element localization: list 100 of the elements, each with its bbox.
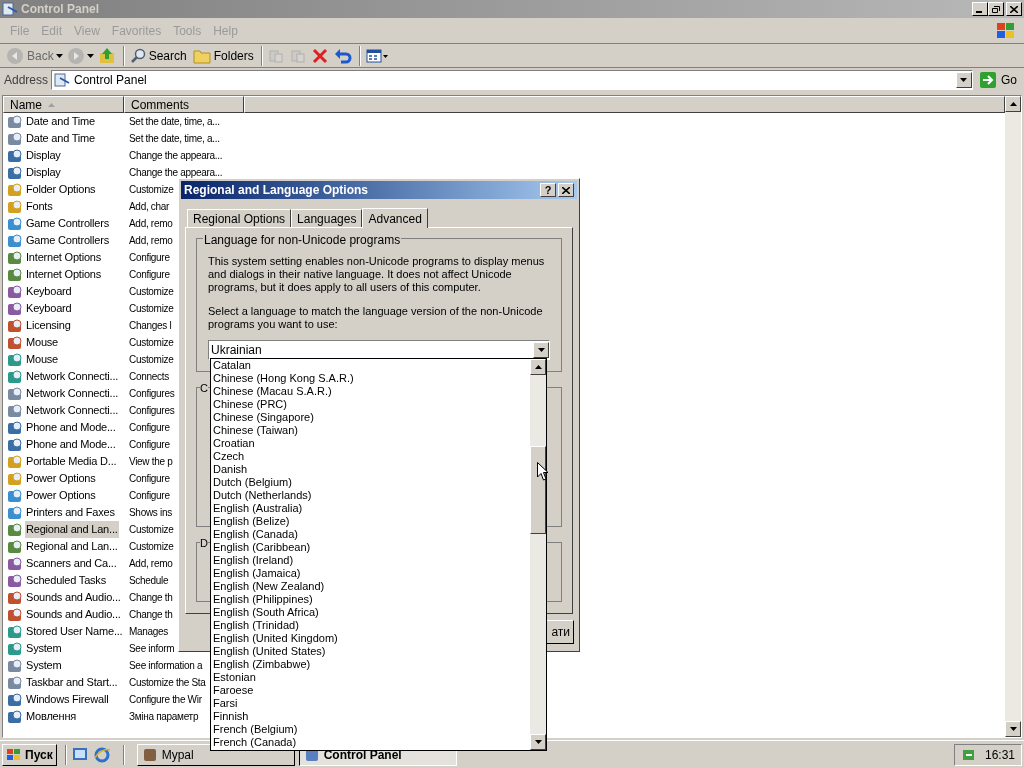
- language-option[interactable]: English (Trinidad): [211, 619, 530, 632]
- language-option[interactable]: English (Philippines): [211, 593, 530, 606]
- item-name[interactable]: Printers and Faxes: [25, 504, 116, 521]
- tab[interactable]: Regional Options: [187, 209, 292, 227]
- item-name[interactable]: Internet Options: [25, 266, 103, 283]
- language-option[interactable]: Chinese (Singapore): [211, 411, 530, 424]
- language-option[interactable]: Croatian: [211, 437, 530, 450]
- folders-button[interactable]: Folders: [190, 44, 256, 67]
- language-option[interactable]: English (Jamaica): [211, 567, 530, 580]
- language-option[interactable]: English (Zimbabwe): [211, 658, 530, 671]
- help-button[interactable]: ?: [540, 183, 556, 197]
- item-name[interactable]: Folder Options: [25, 181, 97, 198]
- applet-icon: [7, 708, 23, 725]
- item-name[interactable]: Fonts: [25, 198, 54, 215]
- tab[interactable]: Advanced: [362, 208, 428, 228]
- scroll-down-button[interactable]: [530, 734, 546, 750]
- language-option[interactable]: English (United States): [211, 645, 530, 658]
- item-name[interactable]: Scanners and Ca...: [25, 555, 118, 572]
- language-option[interactable]: Chinese (Macau S.A.R.): [211, 385, 530, 398]
- item-name[interactable]: Network Connecti...: [25, 385, 120, 402]
- search-button[interactable]: Search: [127, 44, 189, 67]
- language-option[interactable]: English (Canada): [211, 528, 530, 541]
- item-name[interactable]: Date and Time: [25, 130, 96, 147]
- item-comment: Зміна параметр: [129, 710, 199, 724]
- column-header[interactable]: Name: [3, 96, 124, 113]
- language-option[interactable]: English (New Zealand): [211, 580, 530, 593]
- minimize-button[interactable]: [972, 2, 988, 16]
- item-name[interactable]: Regional and Lan...: [25, 538, 119, 555]
- language-option[interactable]: Estonian: [211, 671, 530, 684]
- applet-icon: [7, 521, 23, 538]
- item-name[interactable]: Network Connecti...: [25, 402, 120, 419]
- language-option[interactable]: Danish: [211, 463, 530, 476]
- language-option[interactable]: Chinese (Hong Kong S.A.R.): [211, 372, 530, 385]
- item-name[interactable]: Display: [25, 164, 62, 181]
- column-header[interactable]: Comments: [124, 96, 244, 113]
- language-option[interactable]: Faroese: [211, 684, 530, 697]
- dropdown-arrow-icon: [55, 53, 63, 58]
- item-name[interactable]: Мовлення: [25, 708, 78, 725]
- item-name[interactable]: Keyboard: [25, 300, 73, 317]
- item-name[interactable]: Scheduled Tasks: [25, 572, 107, 589]
- language-option[interactable]: Chinese (Taiwan): [211, 424, 530, 437]
- item-name[interactable]: Taskbar and Start...: [25, 674, 119, 691]
- item-name[interactable]: System: [25, 640, 63, 657]
- description-text: This system setting enables non-Unicode programs to display menus and dialogs in their native language. It does not affect Unicode programs, but it does apply to all users of this computer.: [208, 255, 546, 294]
- language-option[interactable]: Catalan: [211, 359, 530, 372]
- applet-icon: [7, 147, 23, 164]
- applet-icon: [7, 674, 23, 691]
- language-option[interactable]: English (Belize): [211, 515, 530, 528]
- start-button[interactable]: Пуск: [2, 743, 57, 766]
- close-button[interactable]: [558, 183, 574, 197]
- close-icon: [562, 186, 570, 194]
- item-name[interactable]: Sounds and Audio...: [25, 589, 122, 606]
- scroll-down-button[interactable]: [1005, 721, 1021, 737]
- item-name[interactable]: Phone and Mode...: [25, 419, 117, 436]
- item-name[interactable]: Mouse: [25, 351, 60, 368]
- browser-icon[interactable]: [92, 745, 111, 764]
- item-name[interactable]: Phone and Mode...: [25, 436, 117, 453]
- language-option[interactable]: Czech: [211, 450, 530, 463]
- item-name[interactable]: Power Options: [25, 487, 97, 504]
- language-option[interactable]: English (Australia): [211, 502, 530, 515]
- item-name[interactable]: Date and Time: [25, 113, 96, 130]
- close-button[interactable]: [1006, 2, 1022, 16]
- item-comment: Add, remo: [129, 217, 173, 231]
- item-name[interactable]: Power Options: [25, 470, 97, 487]
- language-option[interactable]: Dutch (Belgium): [211, 476, 530, 489]
- language-option[interactable]: English (Ireland): [211, 554, 530, 567]
- item-comment: View the p: [129, 455, 173, 469]
- item-name[interactable]: Regional and Lan...: [25, 521, 119, 538]
- item-comment: Customize: [129, 285, 174, 299]
- item-name[interactable]: System: [25, 657, 63, 674]
- language-option[interactable]: English (Caribbean): [211, 541, 530, 554]
- item-name[interactable]: Sounds and Audio...: [25, 606, 122, 623]
- language-option[interactable]: Farsi: [211, 697, 530, 710]
- item-name[interactable]: Licensing: [25, 317, 72, 334]
- address-field[interactable]: Control Panel: [51, 70, 973, 90]
- item-name[interactable]: Display: [25, 147, 62, 164]
- scrollbar-thumb[interactable]: [530, 446, 546, 534]
- language-option[interactable]: Dutch (Netherlands): [211, 489, 530, 502]
- language-option[interactable]: French (Belgium): [211, 723, 530, 736]
- language-option[interactable]: English (United Kingdom): [211, 632, 530, 645]
- item-name[interactable]: Windows Firewall: [25, 691, 110, 708]
- language-option[interactable]: English (South Africa): [211, 606, 530, 619]
- go-button[interactable]: Go: [976, 71, 1020, 89]
- language-option[interactable]: Finnish: [211, 710, 530, 723]
- language-option[interactable]: Chinese (PRC): [211, 398, 530, 411]
- scroll-up-button[interactable]: [530, 359, 546, 375]
- maximize-button[interactable]: [988, 2, 1004, 16]
- item-name[interactable]: Internet Options: [25, 249, 103, 266]
- tab[interactable]: Languages: [291, 209, 363, 227]
- item-comment: Customize: [129, 540, 174, 554]
- scroll-up-button[interactable]: [1005, 96, 1021, 112]
- item-name[interactable]: Mouse: [25, 334, 60, 351]
- language-combobox[interactable]: Ukrainian: [208, 340, 550, 360]
- dropdown-arrow-icon: [537, 348, 545, 352]
- item-name[interactable]: Network Connecti...: [25, 368, 120, 385]
- item-name[interactable]: Portable Media D...: [25, 453, 118, 470]
- item-name[interactable]: Game Controllers: [25, 215, 110, 232]
- item-name[interactable]: Game Controllers: [25, 232, 110, 249]
- item-name[interactable]: Stored User Name...: [25, 623, 124, 640]
- item-name[interactable]: Keyboard: [25, 283, 73, 300]
